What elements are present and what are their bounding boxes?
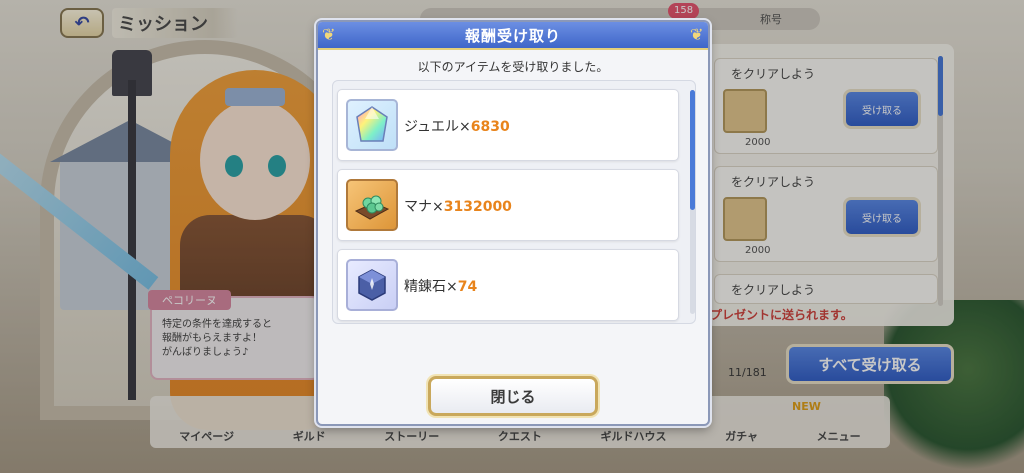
- refining-stone-icon: [346, 259, 398, 311]
- times-sign: ×: [432, 199, 444, 215]
- item-name: 精錬石: [404, 279, 446, 295]
- times-sign: ×: [446, 279, 458, 295]
- times-sign: ×: [459, 119, 471, 135]
- mana-icon: [346, 179, 398, 231]
- reward-item-label: 精錬石×74: [404, 276, 477, 296]
- item-name: マナ: [404, 199, 432, 215]
- item-name: ジュエル: [404, 119, 460, 135]
- item-quantity: 74: [457, 279, 478, 295]
- reward-list[interactable]: ジュエル×6830 マナ×3132000 精錬石×74: [332, 80, 696, 324]
- jewel-icon: [346, 99, 398, 151]
- reward-list-scroll-thumb[interactable]: [690, 90, 695, 210]
- item-quantity: 3132000: [443, 199, 512, 215]
- reward-item-label: マナ×3132000: [404, 196, 512, 216]
- reward-item-label: ジュエル×6830: [404, 116, 510, 136]
- reward-item: 精錬石×74: [337, 249, 679, 321]
- ornament-icon: ❦: [322, 25, 336, 44]
- item-quantity: 6830: [470, 119, 510, 135]
- reward-item: マナ×3132000: [337, 169, 679, 241]
- reward-modal: ❦ 報酬受け取り ❦ 以下のアイテムを受け取りました。 ジュエル×6830 マナ…: [316, 20, 710, 426]
- modal-header: ❦ 報酬受け取り ❦: [318, 22, 708, 50]
- modal-subtitle: 以下のアイテムを受け取りました。: [417, 60, 609, 74]
- close-button[interactable]: 閉じる: [428, 376, 598, 416]
- ornament-icon: ❦: [690, 25, 704, 44]
- reward-item: ジュエル×6830: [337, 89, 679, 161]
- modal-title: 報酬受け取り: [464, 26, 561, 45]
